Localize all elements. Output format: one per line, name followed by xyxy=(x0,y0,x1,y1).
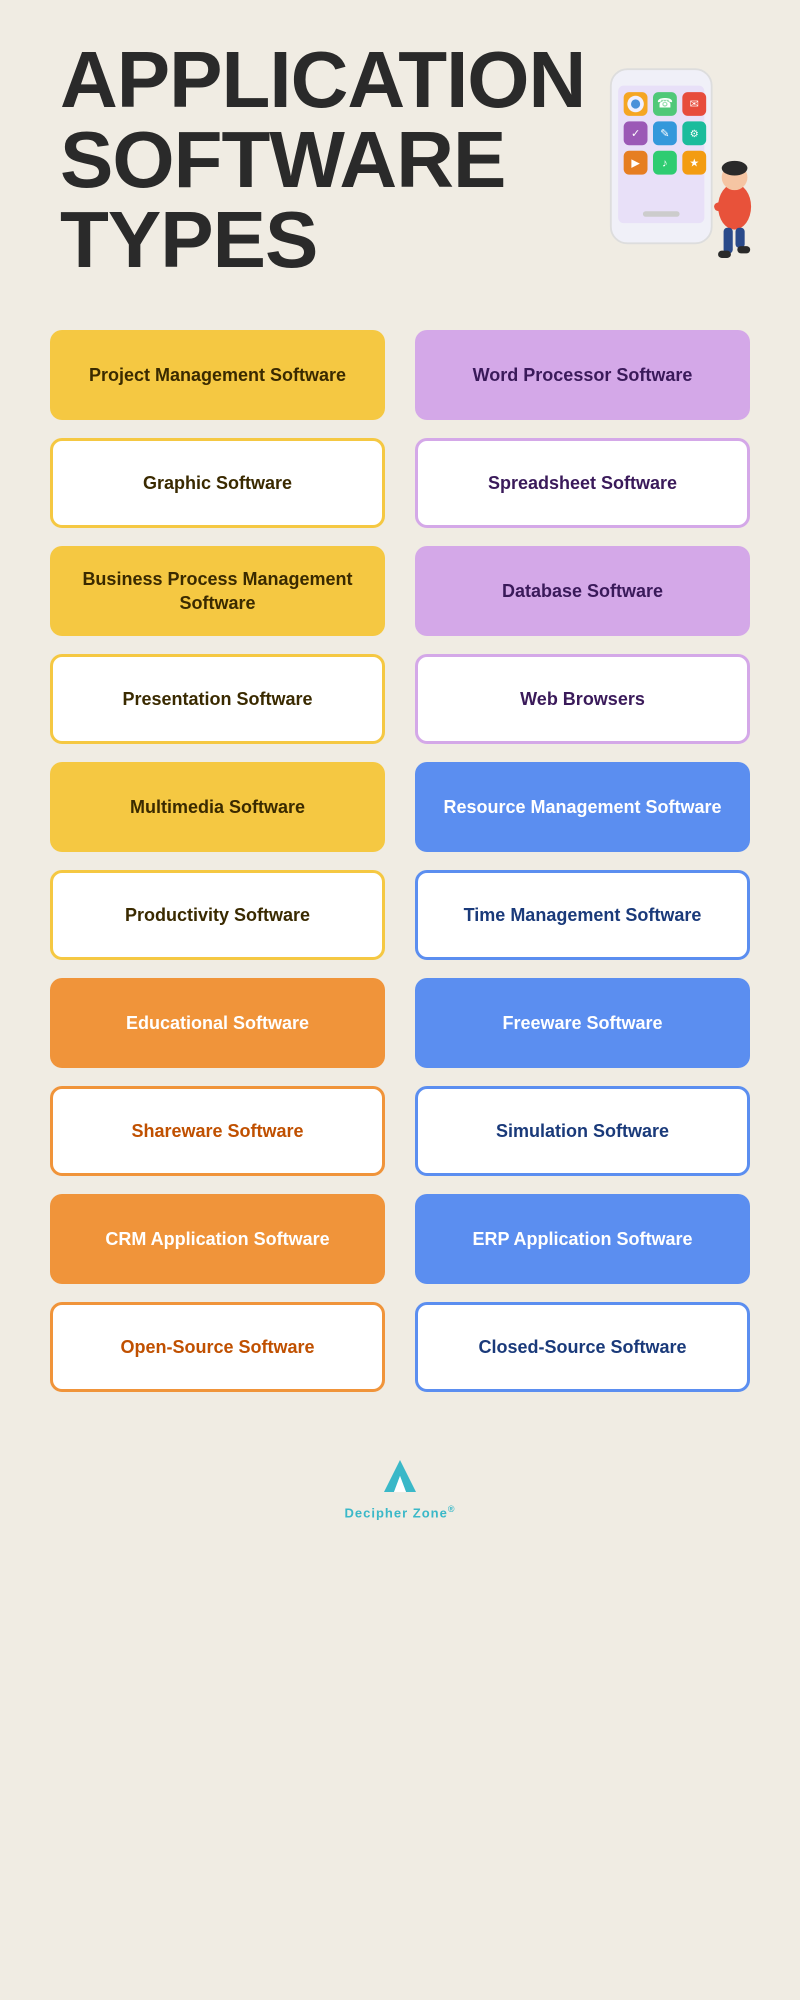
card-5: Database Software xyxy=(415,546,750,636)
card-3: Spreadsheet Software xyxy=(415,438,750,528)
footer-section: Decipher Zone® xyxy=(0,1432,800,1550)
phone-illustration: ☎ ✉ ✓ ✎ ⚙ ▶ ♪ ★ xyxy=(585,60,765,280)
card-0: Project Management Software xyxy=(50,330,385,420)
card-11: Time Management Software xyxy=(415,870,750,960)
card-15: Simulation Software xyxy=(415,1086,750,1176)
card-19: Closed-Source Software xyxy=(415,1302,750,1392)
brand-logo-icon xyxy=(376,1452,424,1500)
svg-text:▶: ▶ xyxy=(632,157,641,169)
footer-brand-text: Decipher Zone® xyxy=(345,1504,456,1520)
main-title-line3: TYPES xyxy=(60,200,585,280)
card-9: Resource Management Software xyxy=(415,762,750,852)
svg-text:☎: ☎ xyxy=(657,96,673,111)
svg-text:♪: ♪ xyxy=(662,157,668,169)
card-6: Presentation Software xyxy=(50,654,385,744)
svg-text:⚙: ⚙ xyxy=(690,129,699,140)
card-14: Shareware Software xyxy=(50,1086,385,1176)
card-18: Open-Source Software xyxy=(50,1302,385,1392)
main-title-line2: SOFTWARE xyxy=(60,120,585,200)
title-block: APPLICATION SOFTWARE TYPES xyxy=(60,40,585,280)
card-16: CRM Application Software xyxy=(50,1194,385,1284)
card-12: Educational Software xyxy=(50,978,385,1068)
card-10: Productivity Software xyxy=(50,870,385,960)
card-2: Graphic Software xyxy=(50,438,385,528)
card-13: Freeware Software xyxy=(415,978,750,1068)
svg-text:★: ★ xyxy=(690,157,700,169)
card-4: Business Process Management Software xyxy=(50,546,385,636)
card-8: Multimedia Software xyxy=(50,762,385,852)
svg-text:✉: ✉ xyxy=(690,99,699,111)
header-section: APPLICATION SOFTWARE TYPES ☎ ✉ ✓ xyxy=(0,0,800,300)
svg-text:✎: ✎ xyxy=(661,128,670,140)
card-7: Web Browsers xyxy=(415,654,750,744)
card-17: ERP Application Software xyxy=(415,1194,750,1284)
card-1: Word Processor Software xyxy=(415,330,750,420)
main-title-line1: APPLICATION xyxy=(60,40,585,120)
svg-text:✓: ✓ xyxy=(631,128,640,140)
footer-logo: Decipher Zone® xyxy=(345,1452,456,1520)
cards-grid: Project Management Software Word Processo… xyxy=(0,300,800,1432)
